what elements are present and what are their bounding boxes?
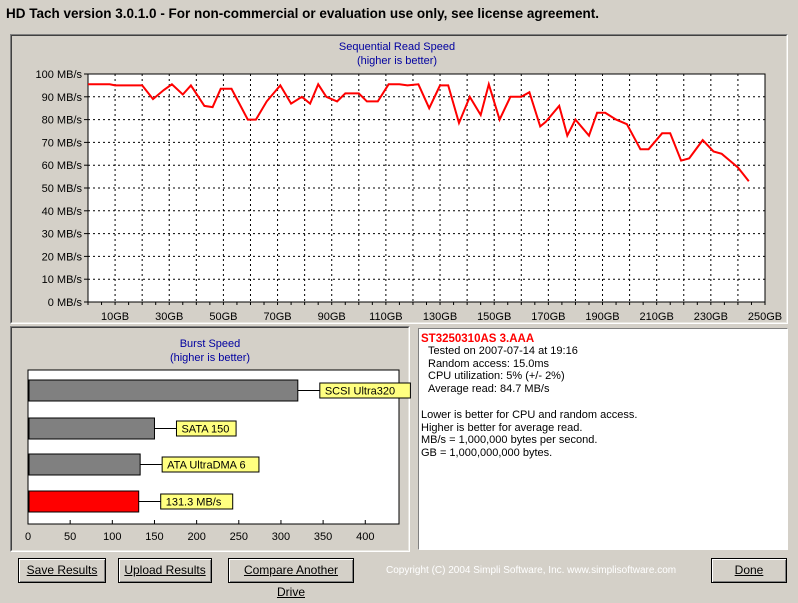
copyright-text: Copyright (C) 2004 Simpli Software, Inc.…: [386, 565, 677, 576]
burst-x-tick-label: 50: [64, 531, 76, 543]
note-line: MB/s = 1,000,000 bytes per second.: [421, 434, 598, 446]
burst-bar: [28, 417, 155, 440]
burst-chart-subtitle: (higher is better): [170, 352, 250, 364]
burst-x-tick-label: 200: [187, 531, 205, 543]
upload-results-label: Upload Results: [124, 563, 206, 577]
note-line: Lower is better for CPU and random acces…: [421, 409, 638, 421]
done-button[interactable]: Done: [711, 558, 787, 583]
average-read-text: Average read: 84.7 MB/s: [428, 382, 550, 395]
note-line: GB = 1,000,000,000 bytes.: [421, 446, 553, 459]
burst-x-tick-label: 250: [230, 531, 248, 543]
drive-model: ST3250310AS 3.AAA: [421, 333, 535, 345]
read-x-tick-label: 210GB: [640, 311, 674, 323]
random-access-text: Random access: 15.0ms: [428, 357, 550, 370]
burst-x-tick-label: 300: [272, 531, 290, 543]
cpu-utilization-text: CPU utilization: 5% (+/- 2%): [428, 370, 565, 382]
compare-drive-button[interactable]: Compare Another Drive: [228, 558, 354, 599]
results-info-panel: ST3250310AS 3.AAA Tested on 2007-07-14 a…: [418, 328, 788, 550]
burst-label: ATA UltraDMA 6: [167, 460, 245, 472]
read-x-tick-label: 230GB: [694, 311, 728, 323]
burst-x-tick-label: 150: [145, 531, 163, 543]
burst-bar: [28, 490, 140, 513]
burst-bar: [28, 379, 299, 402]
read-x-tick-label: 130GB: [423, 311, 457, 323]
burst-x-tick-label: 0: [25, 531, 31, 543]
compare-drive-label: Compare Another Drive: [243, 563, 339, 599]
burst-bar: [28, 453, 141, 476]
note-line: Higher is better for average read.: [421, 421, 583, 434]
read-x-tick-label: 250GB: [748, 311, 782, 323]
burst-label: 131.3 MB/s: [166, 497, 222, 509]
burst-x-tick-label: 400: [356, 531, 374, 543]
burst-chart-title: Burst Speed: [180, 338, 241, 350]
burst-x-tick-label: 350: [314, 531, 332, 543]
burst-label: SCSI Ultra320: [325, 386, 395, 398]
tested-on-text: Tested on 2007-07-14 at 19:16: [428, 345, 578, 357]
read-x-tick-label: 150GB: [477, 311, 511, 323]
burst-label: SATA 150: [181, 424, 229, 436]
burst-speed-chart: Burst Speed (higher is better) SCSI Ultr…: [25, 338, 411, 543]
save-results-label: Save Results: [26, 563, 98, 577]
upload-results-button[interactable]: Upload Results: [118, 558, 212, 583]
burst-x-tick-label: 100: [103, 531, 121, 543]
done-label: Done: [734, 563, 764, 577]
read-x-tick-label: 170GB: [531, 311, 565, 323]
read-x-tick-label: 190GB: [585, 311, 619, 323]
save-results-button[interactable]: Save Results: [18, 558, 106, 583]
